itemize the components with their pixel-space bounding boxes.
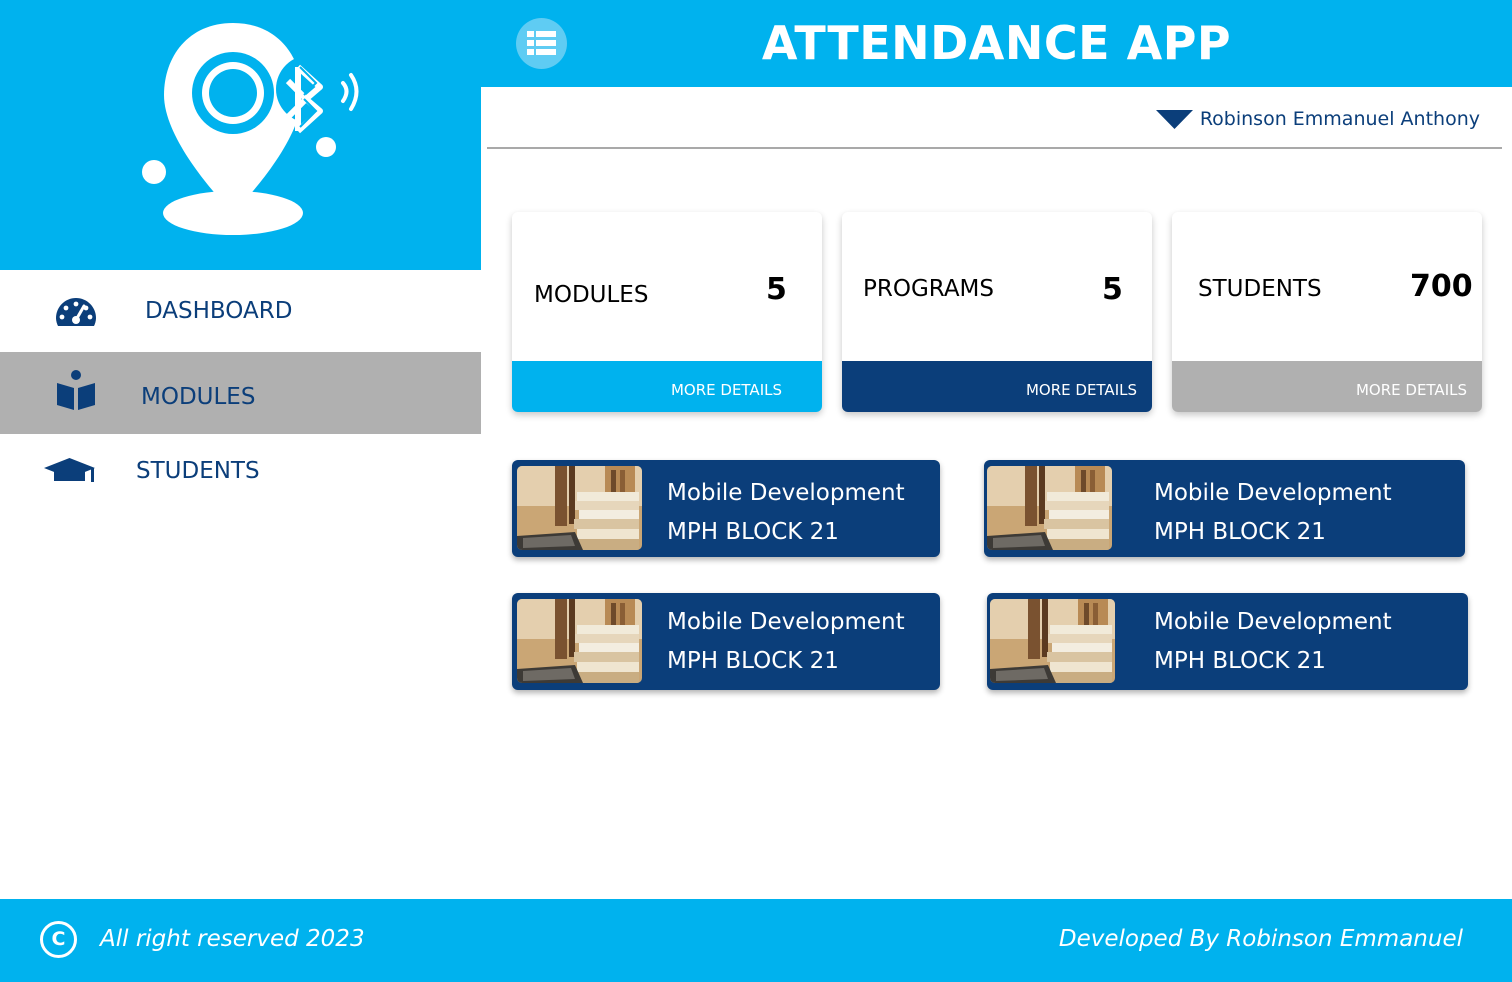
top-bar: ATTENDANCE APP — [481, 0, 1512, 87]
stat-card-students: STUDENTS 700 MORE DETAILS — [1172, 212, 1482, 412]
user-name: Robinson Emmanuel Anthony — [1199, 108, 1480, 130]
stat-value: 5 — [766, 272, 787, 307]
more-details-label: MORE DETAILS — [1025, 381, 1137, 399]
sidebar-item-dashboard[interactable]: DASHBOARD — [0, 270, 481, 352]
module-location: MPH BLOCK 21 — [1154, 519, 1326, 545]
more-details-label: MORE DETAILS — [1355, 381, 1467, 399]
more-details-button[interactable]: MORE DETAILS — [1172, 361, 1482, 412]
more-details-label: MORE DETAILS — [670, 381, 782, 399]
footer: C All right reserved 2023 Developed By R… — [0, 899, 1512, 982]
sidebar-item-modules[interactable]: MODULES — [0, 352, 481, 434]
stat-label: STUDENTS — [1198, 276, 1322, 302]
sidebar-item-label: DASHBOARD — [145, 298, 293, 324]
module-card[interactable]: Mobile Development MPH BLOCK 21 — [984, 460, 1465, 557]
stat-value: 700 — [1410, 269, 1473, 304]
module-card[interactable]: Mobile Development MPH BLOCK 21 — [512, 460, 940, 557]
stat-value: 5 — [1102, 272, 1123, 307]
module-title: Mobile Development — [1154, 480, 1392, 506]
speedometer-icon — [56, 298, 96, 326]
module-location: MPH BLOCK 21 — [667, 519, 839, 545]
developer-credit: Developed By Robinson Emmanuel — [1058, 926, 1463, 952]
sidebar-item-label: STUDENTS — [136, 458, 260, 484]
graduation-cap-icon — [44, 458, 95, 482]
more-details-button[interactable]: MORE DETAILS — [842, 361, 1152, 412]
module-thumbnail — [987, 466, 1112, 550]
module-thumbnail — [990, 599, 1115, 683]
module-location: MPH BLOCK 21 — [667, 648, 839, 674]
module-title: Mobile Development — [1154, 609, 1392, 635]
module-thumbnail — [517, 466, 642, 550]
module-title: Mobile Development — [667, 480, 905, 506]
triangle-down-icon — [1155, 109, 1193, 129]
module-title: Mobile Development — [667, 609, 905, 635]
copyright-icon: C — [40, 921, 77, 958]
user-menu[interactable]: Robinson Emmanuel Anthony — [1155, 108, 1480, 130]
module-card[interactable]: Mobile Development MPH BLOCK 21 — [987, 593, 1468, 690]
logo-panel — [0, 0, 481, 270]
sidebar-item-students[interactable]: STUDENTS — [0, 434, 481, 510]
book-reader-icon — [57, 370, 95, 410]
stat-card-programs: PROGRAMS 5 MORE DETAILS — [842, 212, 1152, 412]
sidebar-item-label: MODULES — [141, 384, 256, 410]
module-location: MPH BLOCK 21 — [1154, 648, 1326, 674]
stat-label: PROGRAMS — [863, 276, 995, 302]
module-card[interactable]: Mobile Development MPH BLOCK 21 — [512, 593, 940, 690]
copyright-text: All right reserved 2023 — [100, 926, 365, 952]
stat-label: MODULES — [534, 282, 649, 308]
header-divider — [487, 147, 1502, 149]
module-thumbnail — [517, 599, 642, 683]
location-bluetooth-logo-icon — [142, 23, 359, 235]
more-details-button[interactable]: MORE DETAILS — [512, 361, 822, 412]
app-title: ATTENDANCE APP — [761, 16, 1232, 70]
stat-card-modules: MODULES 5 MORE DETAILS — [512, 212, 822, 412]
